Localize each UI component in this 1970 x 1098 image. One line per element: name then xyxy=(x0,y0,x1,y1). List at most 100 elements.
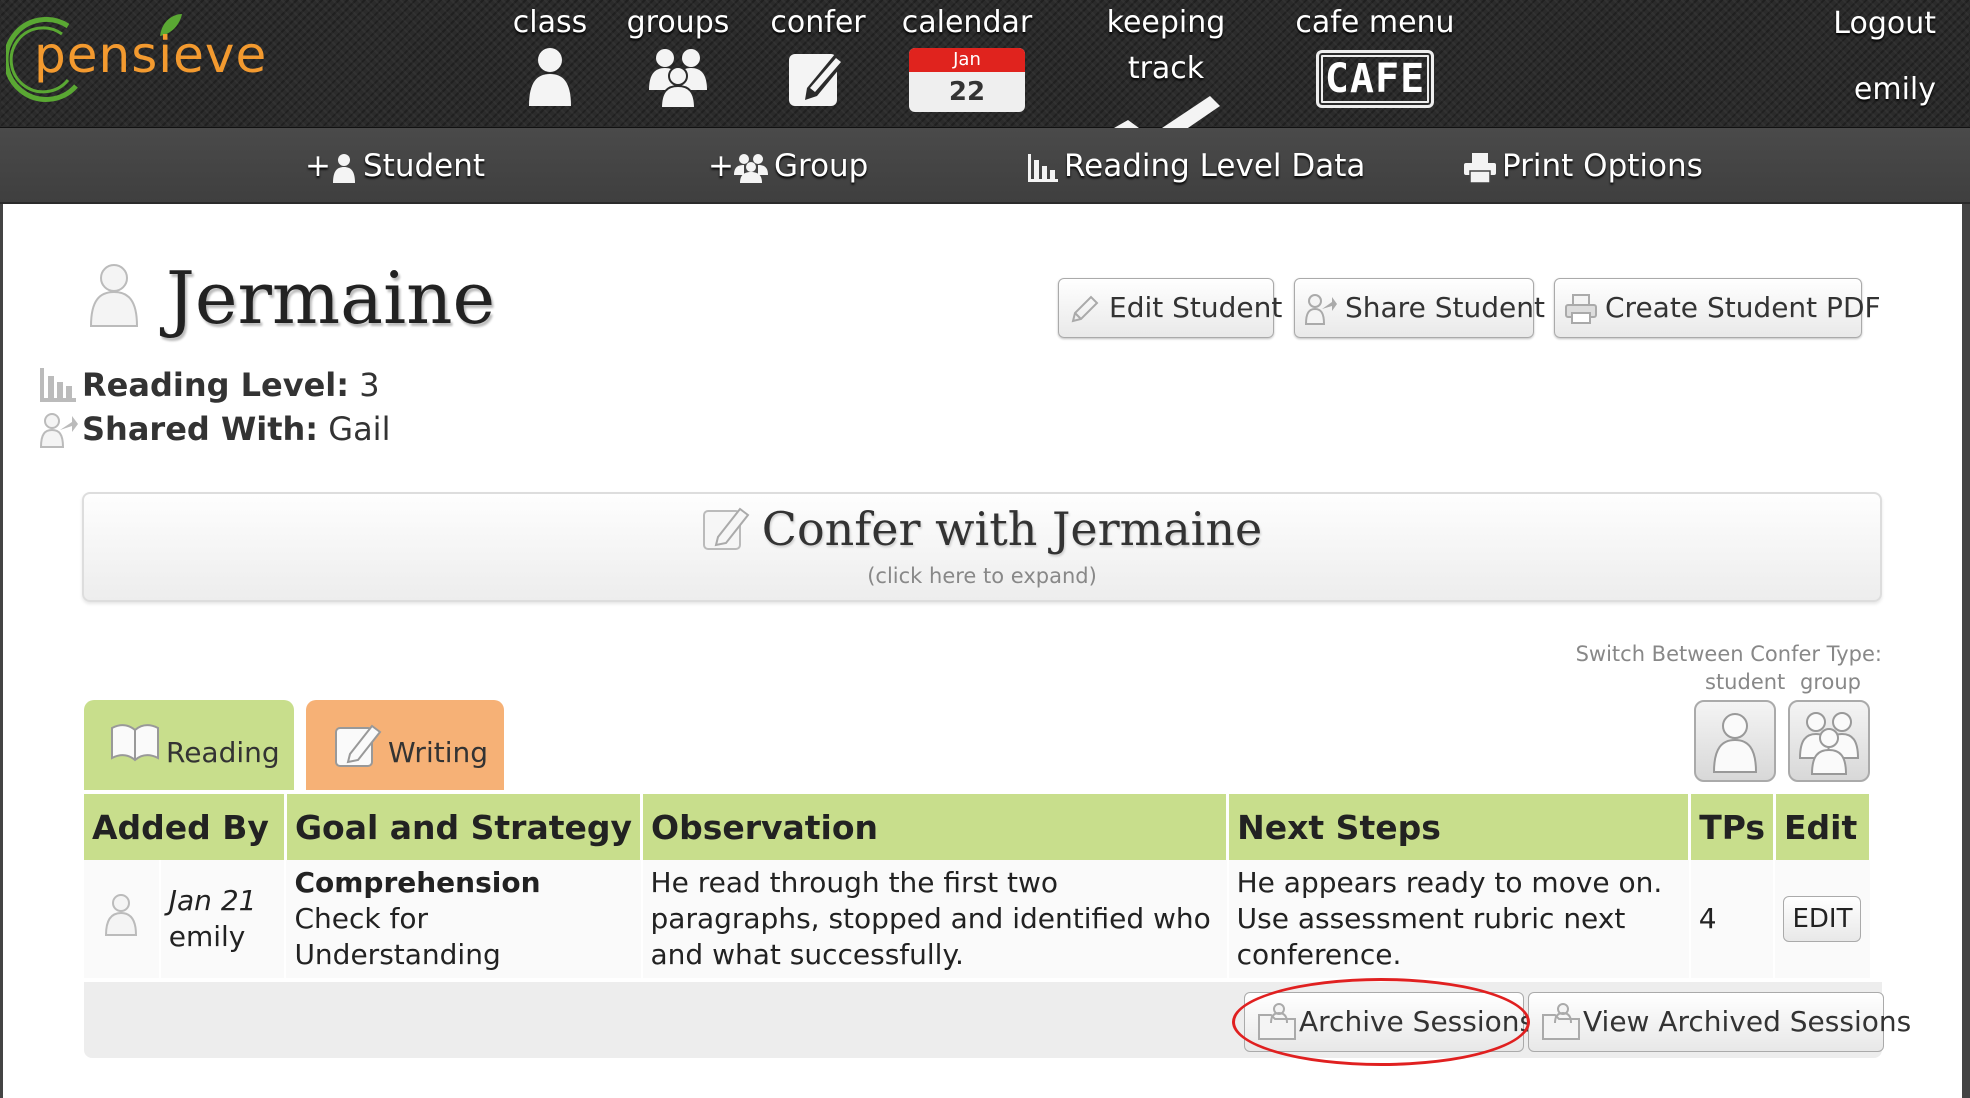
tab-reading[interactable]: Reading xyxy=(84,700,294,790)
current-username: emily xyxy=(1853,72,1936,107)
bar-chart-icon xyxy=(1028,153,1058,182)
edit-cell: EDIT xyxy=(1774,860,1872,978)
col-added-by: Added By xyxy=(84,794,287,860)
nav-class[interactable]: class xyxy=(500,0,600,128)
view-archived-sessions-button[interactable]: View Archived Sessions xyxy=(1528,992,1911,1052)
add-group-label: Group xyxy=(773,148,869,184)
print-options-link[interactable]: Print Options xyxy=(1464,128,1703,204)
page-frame-right xyxy=(1962,204,1970,1098)
printer-icon xyxy=(1565,294,1597,324)
reading-level-data-link[interactable]: Reading Level Data xyxy=(1028,128,1365,204)
group-icon xyxy=(649,49,707,108)
confer-sessions-table: Added By Goal and Strategy Observation N… xyxy=(84,794,1873,978)
nav-class-label: class xyxy=(512,5,588,40)
col-next-steps: Next Steps xyxy=(1227,794,1692,860)
share-student-button[interactable]: Share Student xyxy=(1294,278,1545,338)
next-steps-cell: He appears ready to move on. Use assessm… xyxy=(1227,860,1691,978)
confer-expand-hint: (click here to expand) xyxy=(867,564,1097,588)
add-student-label: Student xyxy=(362,148,486,184)
person-icon xyxy=(105,893,138,936)
pencil-note-icon xyxy=(335,724,382,767)
switch-student-button[interactable] xyxy=(1694,700,1776,782)
shared-with-label: Shared With: xyxy=(82,410,319,448)
tab-writing[interactable]: Writing xyxy=(306,700,504,790)
top-navigation-bar: pensieve class groups confer calendar Ja… xyxy=(0,0,1970,154)
observation-cell: He read through the first two paragraphs… xyxy=(641,860,1229,978)
share-person-icon xyxy=(1305,294,1337,325)
table-footer: Archive Sessions View Archived Sessions xyxy=(84,982,1911,1058)
add-student-link[interactable]: + Student xyxy=(305,128,485,204)
pencil-note-icon xyxy=(789,54,845,106)
nav-calendar-label: calendar xyxy=(901,5,1033,40)
switch-student-label: student xyxy=(1705,670,1786,694)
shared-with-row: Shared With: Gail xyxy=(40,410,391,448)
goal-name: Comprehension xyxy=(294,866,541,899)
student-avatar-icon xyxy=(89,264,139,327)
tab-reading-label: Reading xyxy=(166,736,280,769)
shared-with-value: Gail xyxy=(328,410,391,448)
goal-strategy-cell: Comprehension Check for Understanding xyxy=(285,860,643,978)
add-prefix: + xyxy=(708,148,734,184)
add-group-link[interactable]: + Group xyxy=(708,128,868,204)
nav-calendar[interactable]: calendar Jan 22 xyxy=(900,0,1034,128)
reading-level-row: Reading Level: 3 xyxy=(40,366,380,404)
switch-group-label: group xyxy=(1800,670,1861,694)
create-student-pdf-label: Create Student PDF xyxy=(1605,291,1881,324)
col-edit: Edit xyxy=(1774,794,1873,860)
folder-person-icon xyxy=(1258,1003,1296,1040)
person-icon xyxy=(332,153,355,183)
confer-title-text: Confer with Jermaine xyxy=(761,502,1263,556)
col-goal-strategy: Goal and Strategy xyxy=(285,794,644,860)
nav-keeping-track[interactable]: keeping track xyxy=(1068,0,1264,154)
nav-keeping-track-label: keeping track xyxy=(1106,5,1226,86)
create-student-pdf-button[interactable]: Create Student PDF xyxy=(1554,278,1881,338)
page-frame-left xyxy=(0,204,3,1098)
table-row: Jan 21 emily Comprehension Check for Und… xyxy=(84,860,1872,978)
reading-level-value: 3 xyxy=(359,366,380,404)
group-icon xyxy=(733,153,768,183)
view-archived-sessions-label: View Archived Sessions xyxy=(1583,1005,1912,1038)
person-icon xyxy=(1712,713,1758,773)
pensieve-logo[interactable]: pensieve xyxy=(6,8,276,103)
pencil-icon xyxy=(1071,295,1099,323)
cafe-sign-icon: CAFE xyxy=(1315,50,1435,108)
session-date: Jan 21 xyxy=(168,884,257,917)
switch-confer-type-label: Switch Between Confer Type: xyxy=(1575,642,1882,666)
secondary-navigation-bar: + Student + Group Reading Level Data Print… xyxy=(0,128,1970,204)
archive-sessions-button[interactable]: Archive Sessions xyxy=(1244,992,1534,1052)
nav-confer-label: confer xyxy=(770,5,866,40)
calendar-month: Jan xyxy=(909,48,1025,72)
switch-group-button[interactable] xyxy=(1788,700,1870,782)
table-header-row: Added By Goal and Strategy Observation N… xyxy=(84,794,1873,860)
strategy-name: Check for Understanding xyxy=(294,902,501,971)
student-header: Jermaine xyxy=(88,256,495,340)
pencil-note-icon xyxy=(702,507,750,550)
tab-writing-label: Writing xyxy=(388,736,488,769)
calendar-day: 22 xyxy=(948,77,986,107)
edit-student-label: Edit Student xyxy=(1109,291,1283,324)
person-icon xyxy=(529,48,571,106)
added-by-avatar-cell xyxy=(84,860,161,978)
nav-confer[interactable]: confer xyxy=(763,0,873,128)
nav-cafe-menu[interactable]: cafe menu CAFE xyxy=(1290,0,1460,128)
book-icon xyxy=(111,724,159,762)
print-options-label: Print Options xyxy=(1502,148,1703,184)
confer-expand-panel[interactable]: Confer with Jermaine (click here to expa… xyxy=(82,492,1882,602)
folder-person-icon xyxy=(1542,1003,1580,1040)
nav-groups[interactable]: groups xyxy=(618,0,738,128)
tps-cell: 4 xyxy=(1689,860,1776,978)
logout-link[interactable]: Logout xyxy=(1833,6,1936,41)
share-student-label: Share Student xyxy=(1345,291,1545,324)
session-added-by: emily xyxy=(168,920,246,953)
nav-cafe-menu-label: cafe menu xyxy=(1295,5,1455,40)
student-name: Jermaine xyxy=(166,256,496,340)
calendar-icon: Jan 22 xyxy=(909,48,1025,112)
edit-student-button[interactable]: Edit Student xyxy=(1058,278,1282,338)
add-prefix: + xyxy=(305,148,331,184)
reading-level-label: Reading Level: xyxy=(82,366,350,404)
edit-session-button[interactable]: EDIT xyxy=(1783,896,1862,942)
col-observation: Observation xyxy=(641,794,1230,860)
group-icon xyxy=(1798,712,1860,775)
share-person-icon xyxy=(40,413,78,448)
logo-text: pensieve xyxy=(34,26,268,84)
